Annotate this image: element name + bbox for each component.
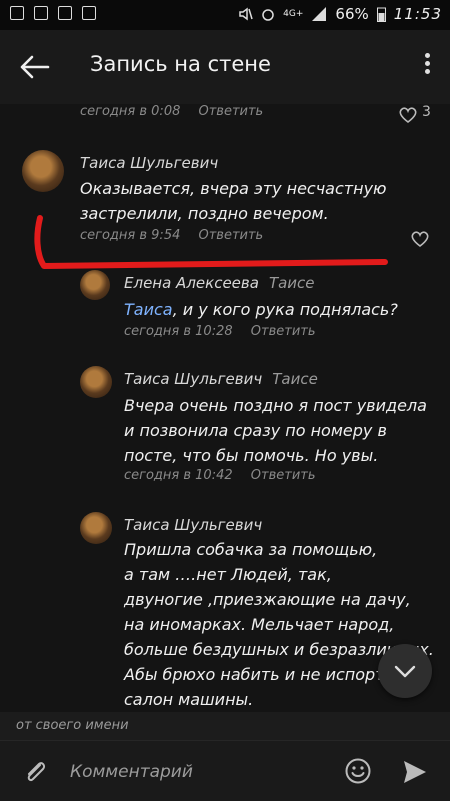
mention-link[interactable]: Таиса: [124, 300, 173, 319]
more-options-icon[interactable]: [422, 50, 432, 84]
comment-date: сегодня в 10:42: [124, 468, 233, 483]
comment-date: сегодня в 0:08: [80, 104, 181, 119]
comment-input[interactable]: [68, 755, 332, 789]
reply-button[interactable]: Ответить: [251, 324, 316, 339]
avatar[interactable]: [80, 512, 112, 544]
avatar[interactable]: [80, 366, 112, 398]
comment-text-line: Пришла собачка за помощью,: [124, 540, 378, 559]
comment-author[interactable]: Таиса Шульгевич: [124, 516, 262, 534]
back-arrow-icon[interactable]: [18, 52, 52, 82]
comment-author[interactable]: Елена Алексеева: [124, 274, 259, 292]
comment-text-line: Вчера очень поздно я пост увидела: [124, 396, 427, 415]
scroll-down-button[interactable]: [378, 644, 432, 698]
email-icon: [82, 6, 96, 20]
clock: 11:53: [393, 5, 442, 23]
reply-button[interactable]: Ответить: [199, 228, 264, 243]
app-bar: Запись на стене: [0, 30, 450, 104]
heart-icon[interactable]: [398, 106, 418, 124]
battery-icon: [376, 7, 386, 22]
reply-to[interactable]: Таисе: [269, 274, 315, 292]
comments-feed[interactable]: сегодня в 0:08 Ответить 3 Таиса Шульгеви…: [0, 104, 450, 710]
comment-text: , и у кого рука поднялась?: [172, 300, 398, 319]
signal-icon: [312, 7, 327, 21]
gallery-icon: [34, 6, 48, 20]
reply-button[interactable]: Ответить: [251, 468, 316, 483]
reply-button[interactable]: Ответить: [199, 104, 264, 119]
mute-icon: [239, 7, 253, 21]
attach-icon[interactable]: [22, 757, 48, 785]
comment-author[interactable]: Таиса Шульгевич: [80, 154, 218, 172]
comment-date: сегодня в 10:28: [124, 324, 233, 339]
post-as-selector[interactable]: от своего имени: [0, 712, 450, 740]
status-bar: 4G+ 66% 11:53: [0, 0, 450, 30]
comment-text-line: на иномарках. Мельчает народ,: [124, 615, 395, 634]
comment-date: сегодня в 9:54: [80, 228, 181, 243]
comment-text-line: и позвонила сразу по номеру в: [124, 421, 387, 440]
avatar[interactable]: [22, 150, 64, 192]
like-count: 3: [422, 104, 431, 120]
comment-text-line: двуногие ,приезжающие на дачу,: [124, 590, 411, 609]
messenger-icon: [58, 6, 72, 20]
comment-author[interactable]: Таиса Шульгевич: [124, 370, 262, 388]
reply-to[interactable]: Таисе: [272, 370, 318, 388]
send-icon[interactable]: [402, 759, 428, 785]
network-type: 4G+: [283, 9, 304, 19]
comment-text-line: а там ….нет Людей, так,: [124, 565, 332, 584]
post-as-label: от своего имени: [16, 718, 129, 733]
alarm-icon: [262, 9, 274, 21]
emoji-icon[interactable]: [344, 757, 372, 785]
comment-composer: [0, 740, 450, 801]
battery-level: 66%: [335, 5, 369, 23]
comment-text-line: посте, что бы помочь. Но увы.: [124, 446, 379, 465]
heart-icon[interactable]: [410, 230, 430, 248]
avatar[interactable]: [80, 270, 110, 300]
comment-text-line: застрелили, поздно вечером.: [80, 204, 329, 223]
chevron-down-icon: [394, 665, 416, 678]
comment-text-line: Оказывается, вчера эту несчастную: [80, 179, 387, 198]
page-title: Запись на стене: [90, 52, 271, 76]
sim-icon: [10, 6, 24, 20]
